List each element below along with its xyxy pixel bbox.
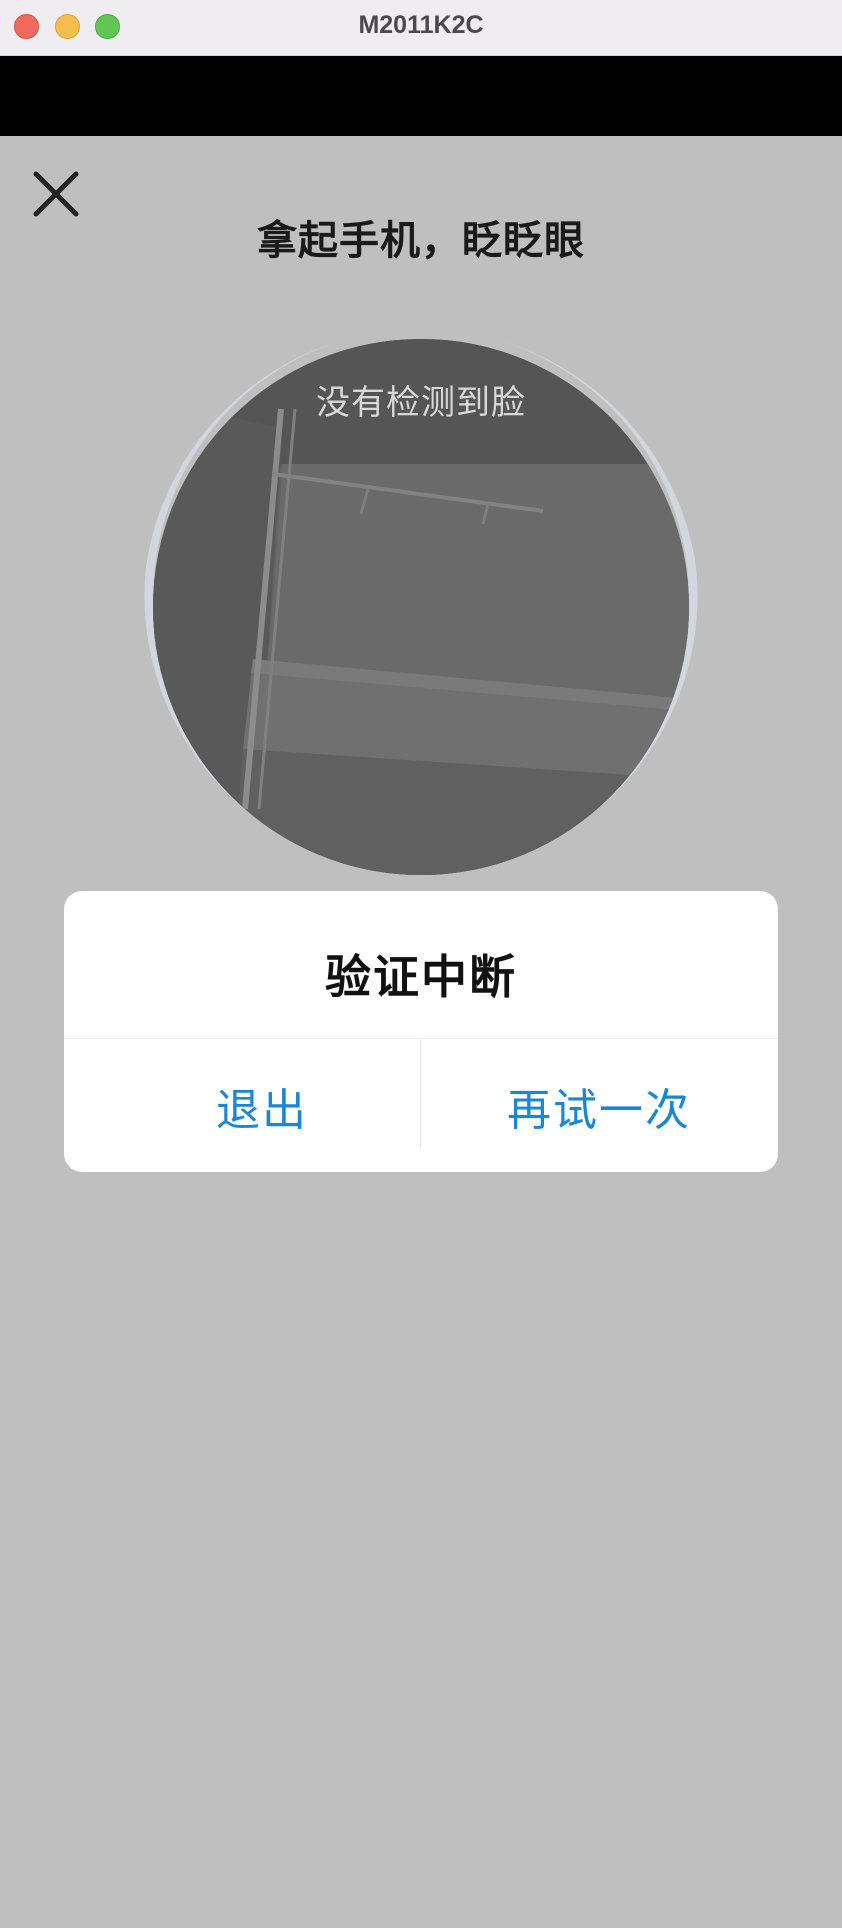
window-title: M2011K2C <box>358 11 484 39</box>
instruction-headline: 拿起手机，眨眨眼 <box>257 218 585 264</box>
face-verification-screen: 拿起手机，眨眨眼 没有检测到脸 验证中断 退出 再试一次 <box>0 136 842 1928</box>
retry-button[interactable]: 再试一次 <box>421 1039 777 1172</box>
verification-interrupted-dialog: 验证中断 退出 再试一次 <box>64 891 778 1172</box>
camera-preview: 没有检测到脸 <box>153 339 689 875</box>
dialog-title: 验证中断 <box>325 950 517 1004</box>
window-title-bar: M2011K2C <box>0 0 842 56</box>
exit-button[interactable]: 退出 <box>64 1039 420 1172</box>
app-window: M2011K2C 拿起手机，眨眨眼 没有检测到脸 验证中断 退出 再试一次 <box>0 0 842 1928</box>
camera-hint-text: 没有检测到脸 <box>316 383 526 423</box>
status-bar <box>0 56 842 136</box>
